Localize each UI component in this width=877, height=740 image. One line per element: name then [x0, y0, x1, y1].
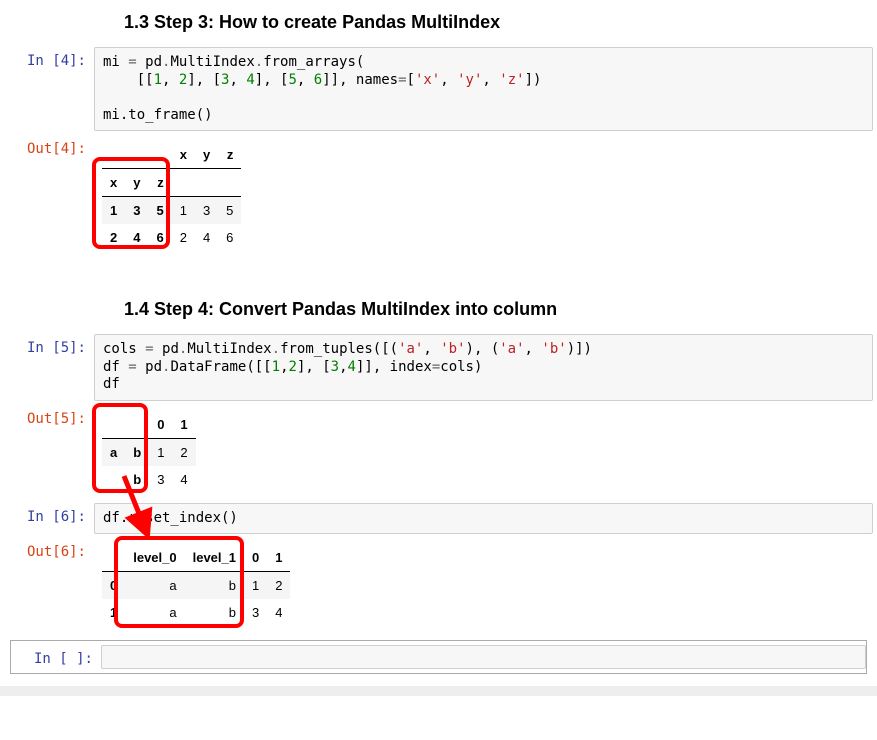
- cell-in-4: In [4]: mi = pd.MultiIndex.from_arrays( …: [4, 45, 873, 133]
- heading-step4: 1.4 Step 4: Convert Pandas MultiIndex in…: [4, 287, 873, 332]
- out6-col-l1: level_1: [185, 544, 244, 572]
- cell-out-5: Out[5]: 0 1 a b 1 2: [4, 403, 873, 501]
- cell-out-6: Out[6]: level_0 level_1 0 1 0 a: [4, 536, 873, 634]
- out-prompt-6: Out[6]:: [4, 538, 94, 632]
- out5-col1: 1: [172, 411, 195, 439]
- in-prompt-empty: In [ ]:: [11, 645, 101, 669]
- cell-out-4: Out[4]: x y z x y z: [4, 133, 873, 259]
- dataframe-out5: 0 1 a b 1 2 b 3 4: [102, 411, 196, 493]
- cell-in-6: In [6]: df.reset_index(): [4, 501, 873, 537]
- cell-in-5: In [5]: cols = pd.MultiIndex.from_tuples…: [4, 332, 873, 403]
- out-prompt-4: Out[4]:: [4, 135, 94, 257]
- output-6: level_0 level_1 0 1 0 a b 1 2: [94, 538, 873, 632]
- output-4: x y z x y z 1 3 5: [94, 135, 873, 257]
- in-prompt-4: In [4]:: [4, 47, 94, 131]
- dataframe-out6: level_0 level_1 0 1 0 a b 1 2: [102, 544, 290, 626]
- cell-empty[interactable]: In [ ]:: [10, 640, 867, 674]
- out5-col0: 0: [149, 411, 172, 439]
- out4-idx-y: y: [125, 169, 148, 197]
- out4-idx-x: x: [102, 169, 125, 197]
- footer-strip: [0, 686, 877, 696]
- out6-col1: 1: [267, 544, 290, 572]
- out4-col-z: z: [218, 141, 241, 169]
- out6-col0: 0: [244, 544, 267, 572]
- out-prompt-5: Out[5]:: [4, 405, 94, 499]
- out4-col-x: x: [172, 141, 195, 169]
- out4-idx-z: z: [148, 169, 171, 197]
- code-input-4[interactable]: mi = pd.MultiIndex.from_arrays( [[1, 2],…: [94, 47, 873, 131]
- code-input-6[interactable]: df.reset_index(): [94, 503, 873, 535]
- notebook: 1.3 Step 3: How to create Pandas MultiIn…: [0, 0, 877, 674]
- out4-col-y: y: [195, 141, 218, 169]
- heading-step3: 1.3 Step 3: How to create Pandas MultiIn…: [4, 0, 873, 45]
- code-input-5[interactable]: cols = pd.MultiIndex.from_tuples([('a', …: [94, 334, 873, 401]
- dataframe-out4: x y z x y z 1 3 5: [102, 141, 241, 251]
- in-prompt-6: In [6]:: [4, 503, 94, 535]
- code-input-empty[interactable]: [101, 645, 866, 669]
- out6-col-l0: level_0: [125, 544, 184, 572]
- in-prompt-5: In [5]:: [4, 334, 94, 401]
- output-5: 0 1 a b 1 2 b 3 4: [94, 405, 873, 499]
